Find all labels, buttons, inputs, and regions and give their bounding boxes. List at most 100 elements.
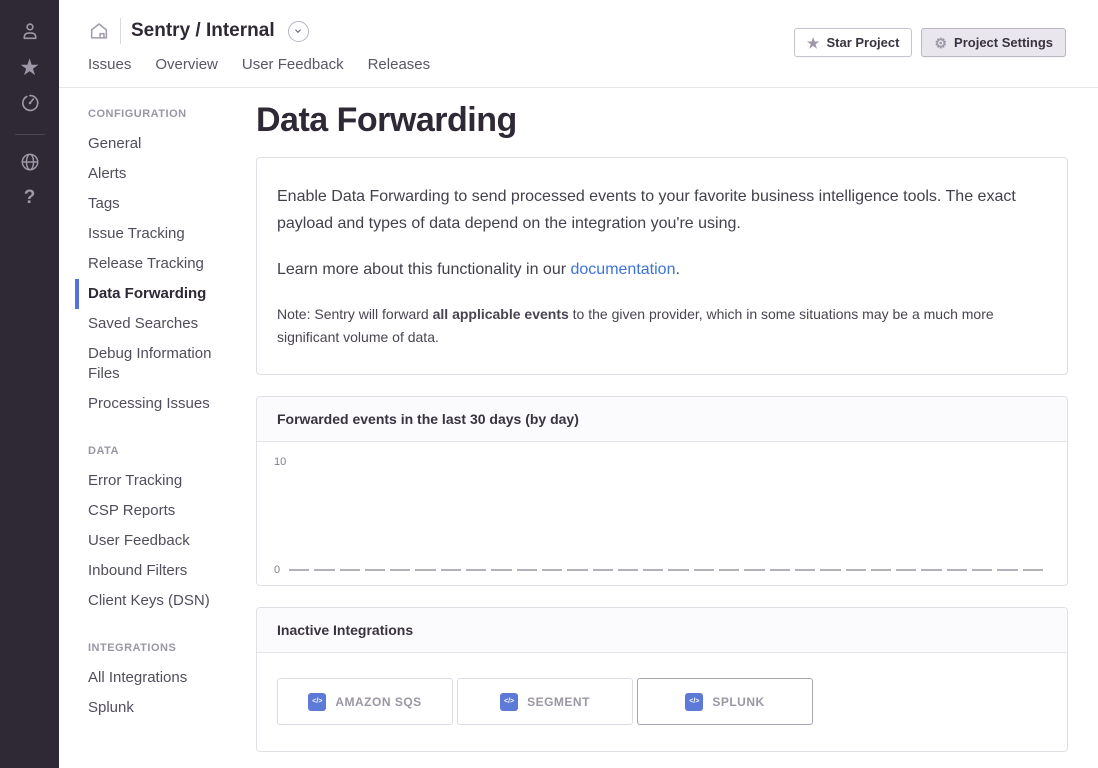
sidebar-item-debug-information-files[interactable]: Debug Information Files [88,339,246,389]
y-axis-tick-max: 10 [274,456,286,468]
intro-panel: Enable Data Forwarding to send processed… [256,157,1068,375]
tab-overview[interactable]: Overview [155,56,218,73]
sidebar-item-saved-searches[interactable]: Saved Searches [88,309,246,339]
chart-bar [390,569,410,571]
project-settings-label: Project Settings [954,35,1053,50]
chart-bar [542,569,562,571]
note-prefix: Note: Sentry will forward [277,306,433,322]
intro-paragraph: Enable Data Forwarding to send processed… [277,183,1047,237]
chart-bar [618,569,638,571]
nav-section-data: DATA Error Tracking CSP Reports User Fee… [88,445,246,616]
chart-bar [314,569,334,571]
note-bold: all applicable events [433,306,569,322]
main-content: Data Forwarding Enable Data Forwarding t… [256,88,1098,768]
nav-section-integrations: INTEGRATIONS All Integrations Splunk [88,642,246,723]
project-settings-button[interactable]: ⚙ Project Settings [921,28,1066,57]
sidebar-item-client-keys[interactable]: Client Keys (DSN) [88,586,246,616]
gear-icon: ⚙ [934,36,947,50]
sidebar-item-csp-reports[interactable]: CSP Reports [88,496,246,526]
integration-label: AMAZON SQS [335,695,421,709]
star-icon: ★ [807,36,820,50]
integration-card-amazon-sqs[interactable]: </> AMAZON SQS [277,678,453,725]
sidebar-item-tags[interactable]: Tags [88,189,246,219]
code-icon: </> [308,693,326,711]
documentation-link[interactable]: documentation [571,261,676,278]
rail-divider [15,134,45,135]
code-icon: </> [685,693,703,711]
inactive-integrations-panel: Inactive Integrations </> AMAZON SQS </>… [256,607,1068,752]
project-tabs: Issues Overview User Feedback Releases [88,56,1098,73]
help-icon[interactable]: ? [17,185,43,211]
sidebar-item-error-tracking[interactable]: Error Tracking [88,466,246,496]
sidebar-item-all-integrations[interactable]: All Integrations [88,663,246,693]
nav-heading-integrations: INTEGRATIONS [88,642,246,654]
chart-bars [289,569,1043,571]
sidebar-item-data-forwarding[interactable]: Data Forwarding [75,279,246,309]
chart-bar [795,569,815,571]
intro-text: Enable Data Forwarding to send processed… [277,188,1016,232]
sidebar-item-alerts[interactable]: Alerts [88,159,246,189]
chart-bar [668,569,688,571]
chart-panel-title: Forwarded events in the last 30 days (by… [257,397,1067,442]
chart-bar [896,569,916,571]
chart-area: 10 0 [257,442,1067,585]
chart-bar [466,569,486,571]
sidebar-item-general[interactable]: General [88,129,246,159]
chart-bar [947,569,967,571]
integration-label: SEGMENT [527,695,590,709]
sidebar-item-processing-issues[interactable]: Processing Issues [88,389,246,419]
tab-releases[interactable]: Releases [368,56,431,73]
chevron-down-icon[interactable] [288,21,309,42]
learn-more-text: Learn more about this functionality in o… [277,261,571,278]
history-icon[interactable] [17,90,43,116]
nav-heading-configuration: CONFIGURATION [88,108,246,120]
chart-bar [997,569,1017,571]
chart-bar [289,569,309,571]
page-title: Data Forwarding [256,101,1068,140]
sidebar-item-splunk[interactable]: Splunk [88,693,246,723]
chart-bar [340,569,360,571]
chart-bar [517,569,537,571]
chart-bar [593,569,613,571]
breadcrumb-divider [120,18,121,44]
nav-section-configuration: CONFIGURATION General Alerts Tags Issue … [88,108,246,419]
chart-bar [871,569,891,571]
chart-bar [846,569,866,571]
chart-bar [1023,569,1043,571]
project-header: Sentry / Internal Issues Overview User F… [59,0,1098,88]
note-paragraph: Note: Sentry will forward all applicable… [277,303,1047,351]
chart-bar [744,569,764,571]
y-axis-tick-min: 0 [274,564,280,576]
user-icon[interactable] [17,18,43,44]
home-icon[interactable] [88,20,110,42]
project-title[interactable]: Sentry / Internal [131,20,275,42]
settings-body: CONFIGURATION General Alerts Tags Issue … [59,88,1098,768]
sidebar-item-inbound-filters[interactable]: Inbound Filters [88,556,246,586]
chart-bar [491,569,511,571]
header-actions: ★ Star Project ⚙ Project Settings [794,28,1066,57]
star-project-button[interactable]: ★ Star Project [794,28,913,57]
sidebar-item-issue-tracking[interactable]: Issue Tracking [88,219,246,249]
integrations-panel-title: Inactive Integrations [257,608,1067,653]
globe-icon[interactable] [17,149,43,175]
chart-bar [643,569,663,571]
integration-cards: </> AMAZON SQS </> SEGMENT </> SPLUNK [257,653,1067,751]
learn-more-paragraph: Learn more about this functionality in o… [277,256,1047,283]
chart-bar [770,569,790,571]
learn-more-suffix: . [675,261,679,278]
settings-nav: CONFIGURATION General Alerts Tags Issue … [59,88,256,768]
tab-issues[interactable]: Issues [88,56,131,73]
chart-bar [694,569,714,571]
integration-card-segment[interactable]: </> SEGMENT [457,678,633,725]
integration-card-splunk[interactable]: </> SPLUNK [637,678,813,725]
sidebar-item-release-tracking[interactable]: Release Tracking [88,249,246,279]
star-icon[interactable]: ★ [17,54,43,80]
forwarded-events-chart-panel: Forwarded events in the last 30 days (by… [256,396,1068,586]
tab-user-feedback[interactable]: User Feedback [242,56,344,73]
chart-bar [972,569,992,571]
chart-bar [820,569,840,571]
nav-heading-data: DATA [88,445,246,457]
app-root: ★ ? Sentry / Internal Issues [0,0,1098,768]
chart-bar [719,569,739,571]
sidebar-item-user-feedback[interactable]: User Feedback [88,526,246,556]
